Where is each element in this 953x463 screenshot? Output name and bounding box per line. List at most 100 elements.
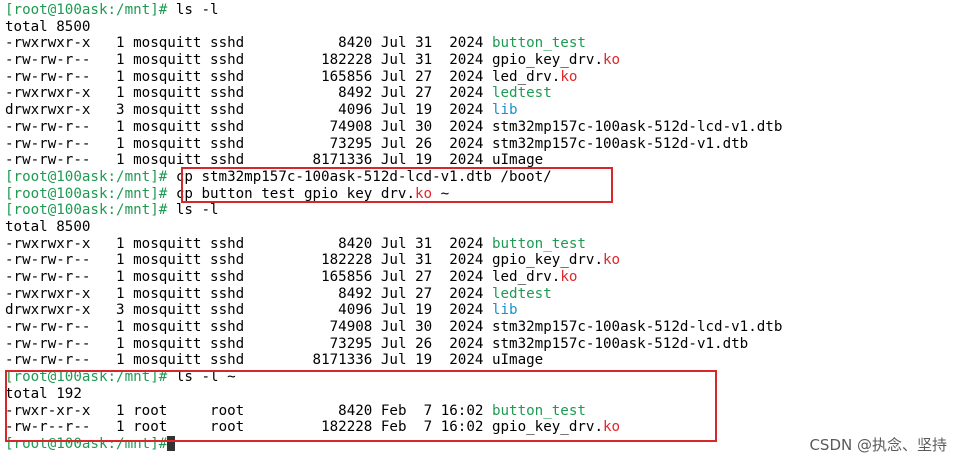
- prompt-line: [root@100ask:/mnt]# ls -l: [5, 202, 782, 219]
- file-month: Feb: [380, 402, 407, 419]
- file-name: uImage: [491, 152, 544, 169]
- file-links: 1: [116, 68, 125, 85]
- file-name: ledtest: [491, 85, 552, 102]
- file-links: 1: [116, 319, 125, 336]
- total-line: total 192: [5, 386, 782, 403]
- file-owner: mosquitt: [133, 52, 202, 69]
- watermark-text: CSDN @执念、坚持: [809, 436, 947, 454]
- file-name: stm32mp157c-100ask-512d-lcd-v1.dtb: [491, 118, 783, 135]
- file-size: 8492: [252, 85, 373, 102]
- file-row: -rwxrwxr-x 1 mosquitt sshd 8420 Jul 31 2…: [5, 35, 782, 52]
- file-name: gpio_key_drv.: [491, 52, 604, 69]
- file-owner: mosquitt: [133, 319, 202, 336]
- total-line: total 8500: [5, 219, 782, 236]
- file-day: 19: [415, 102, 433, 119]
- file-month: Jul: [380, 319, 407, 336]
- file-group: sshd: [210, 118, 245, 135]
- file-month: Jul: [380, 269, 407, 285]
- file-perms: drwxrwxr-x: [5, 302, 91, 319]
- file-perms: -rw-r--r--: [5, 419, 91, 436]
- file-owner: mosquitt: [133, 68, 202, 85]
- file-size: 8420: [252, 35, 373, 52]
- file-time: 2024: [440, 35, 484, 52]
- file-name: button_test: [491, 35, 586, 52]
- file-month: Jul: [380, 52, 407, 69]
- file-name: ledtest: [491, 285, 552, 302]
- file-ext: ko: [560, 68, 578, 85]
- file-size: 73295: [252, 335, 373, 352]
- file-time: 2024: [440, 235, 484, 252]
- prompt-line: [root@100ask:/mnt]# ls -l ~: [5, 369, 782, 386]
- file-perms: -rw-rw-r--: [5, 252, 91, 269]
- file-perms: drwxrwxr-x: [5, 102, 91, 119]
- file-group: sshd: [210, 152, 245, 169]
- file-row: -rw-rw-r-- 1 mosquitt sshd 8171336 Jul 1…: [5, 352, 782, 369]
- file-ext: ko: [560, 269, 578, 285]
- file-size: 8171336: [252, 152, 373, 169]
- file-owner: mosquitt: [133, 135, 202, 152]
- file-month: Jul: [380, 152, 407, 169]
- prompt-line: [root@100ask:/mnt]# cp stm32mp157c-100as…: [5, 169, 782, 186]
- file-time: 2024: [440, 52, 484, 69]
- file-time: 2024: [440, 85, 484, 102]
- file-time: 2024: [440, 252, 484, 269]
- file-month: Jul: [380, 118, 407, 135]
- file-links: 1: [116, 135, 125, 152]
- file-ext: ko: [603, 52, 621, 69]
- file-owner: mosquitt: [133, 269, 202, 285]
- file-owner: mosquitt: [133, 35, 202, 52]
- file-links: 1: [116, 235, 125, 252]
- file-owner: mosquitt: [133, 302, 202, 319]
- file-size: 74908: [252, 319, 373, 336]
- file-day: 31: [415, 252, 433, 269]
- file-day: 27: [415, 85, 433, 102]
- file-group: sshd: [210, 335, 245, 352]
- file-name: stm32mp157c-100ask-512d-lcd-v1.dtb: [491, 319, 783, 336]
- file-row: drwxrwxr-x 3 mosquitt sshd 4096 Jul 19 2…: [5, 302, 782, 319]
- file-day: 30: [415, 319, 433, 336]
- file-perms: -rw-rw-r--: [5, 335, 91, 352]
- file-name: gpio_key_drv.: [491, 252, 604, 269]
- file-day: 19: [415, 152, 433, 169]
- file-name: button_test: [491, 402, 586, 419]
- file-day: 31: [415, 35, 433, 52]
- file-size: 8171336: [252, 352, 373, 369]
- file-month: Jul: [380, 135, 407, 152]
- file-group: root: [210, 402, 245, 419]
- file-perms: -rw-rw-r--: [5, 319, 91, 336]
- file-perms: -rwxrwxr-x: [5, 85, 91, 102]
- file-day: 31: [415, 235, 433, 252]
- file-time: 2024: [440, 335, 484, 352]
- file-size: 8492: [252, 285, 373, 302]
- file-links: 1: [116, 85, 125, 102]
- file-name: led_drv.: [491, 68, 561, 85]
- file-time: 16:02: [440, 419, 484, 436]
- file-group: sshd: [210, 285, 245, 302]
- file-name: led_drv.: [491, 269, 561, 285]
- file-owner: mosquitt: [133, 335, 202, 352]
- file-size: 4096: [252, 102, 373, 119]
- file-group: sshd: [210, 35, 245, 52]
- file-perms: -rwxrwxr-x: [5, 235, 91, 252]
- file-perms: -rw-rw-r--: [5, 118, 91, 135]
- file-time: 16:02: [440, 402, 484, 419]
- file-group: sshd: [210, 68, 245, 85]
- file-links: 3: [116, 302, 125, 319]
- file-row: -rw-rw-r-- 1 mosquitt sshd 182228 Jul 31…: [5, 252, 782, 269]
- terminal-output[interactable]: [root@100ask:/mnt]# ls -l total 8500 -rwxr…: [5, 2, 782, 453]
- file-links: 1: [116, 252, 125, 269]
- file-group: sshd: [210, 85, 245, 102]
- file-group: sshd: [210, 302, 245, 319]
- command-text: cp stm32mp157c-100ask-512d-lcd-v1.dtb /b…: [167, 168, 552, 185]
- file-owner: mosquitt: [133, 285, 202, 302]
- file-size: 74908: [252, 118, 373, 135]
- file-size: 182228: [252, 419, 373, 436]
- file-month: Jul: [380, 335, 407, 352]
- command-text: ls -l: [167, 2, 219, 18]
- file-size: 8420: [252, 235, 373, 252]
- file-day: 19: [415, 302, 433, 319]
- file-owner: mosquitt: [133, 235, 202, 252]
- file-owner: mosquitt: [133, 85, 202, 102]
- file-day: 19: [415, 352, 433, 369]
- file-month: Jul: [380, 102, 407, 119]
